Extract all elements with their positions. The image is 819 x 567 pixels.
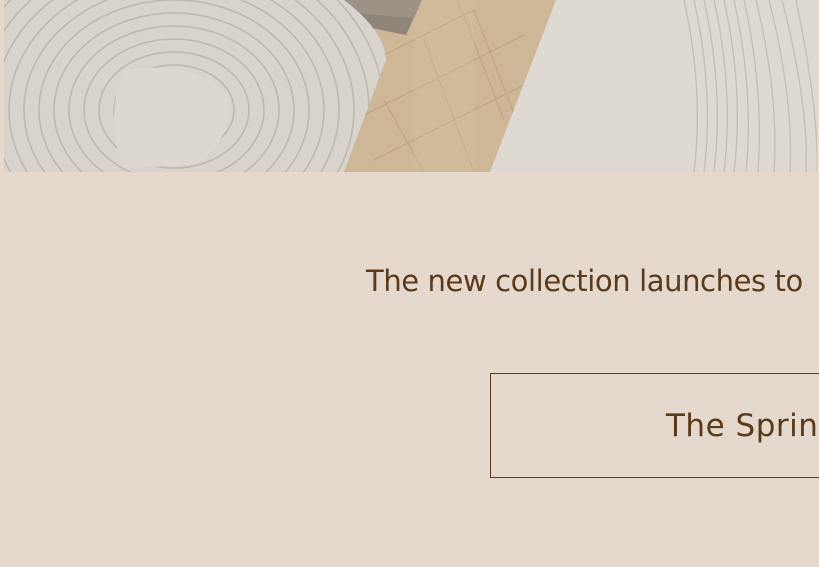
rugs-photo-icon — [4, 0, 817, 172]
cta-label: The Spring — [666, 408, 819, 444]
page: The new collection launches to The Sprin… — [0, 0, 819, 567]
spring-collection-button[interactable]: The Spring — [490, 373, 819, 478]
hero-image — [4, 0, 817, 172]
promo-headline: The new collection launches to — [366, 264, 803, 298]
